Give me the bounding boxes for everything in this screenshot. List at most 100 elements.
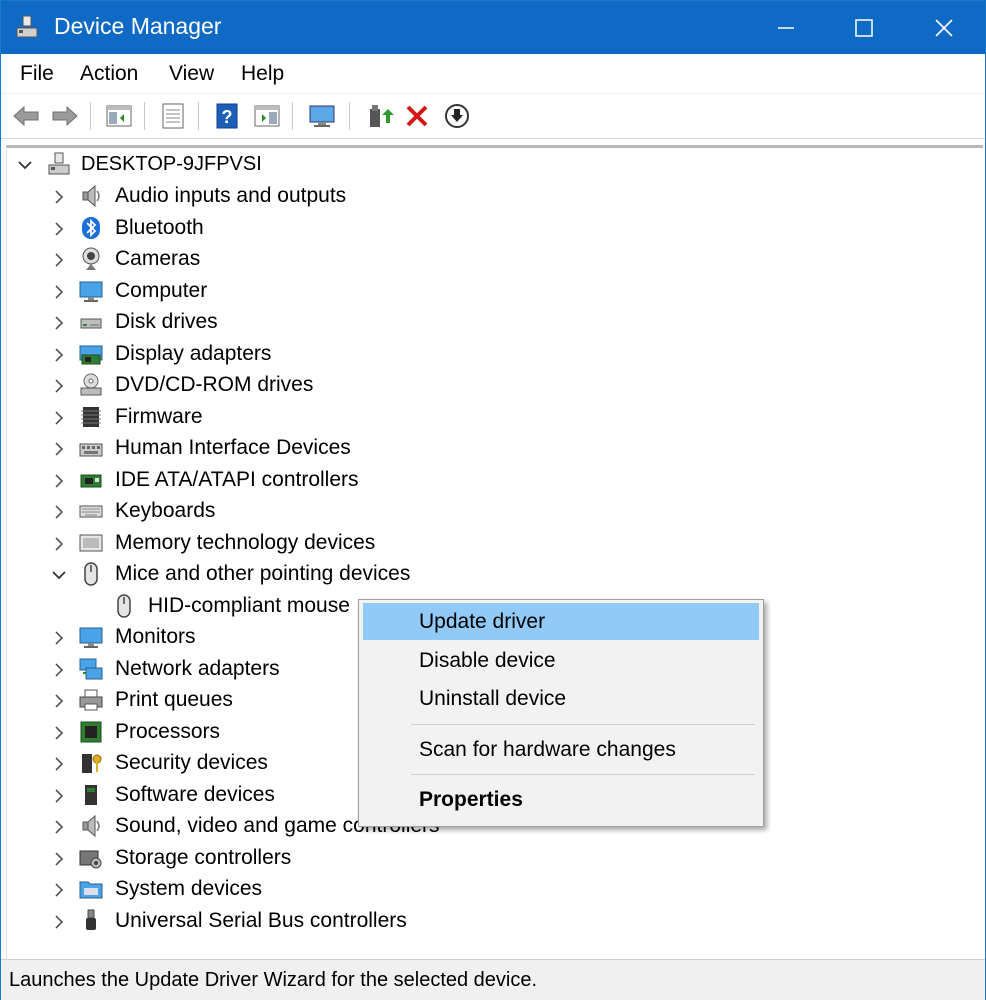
- tree-category-item[interactable]: IDE ATA/ATAPI controllers: [46, 465, 466, 496]
- mouse-icon: [117, 593, 131, 618]
- toolbar-separator: [144, 102, 145, 130]
- chevron-right-icon[interactable]: [52, 410, 66, 425]
- tree-category-item[interactable]: Storage controllers: [46, 843, 466, 874]
- help-button[interactable]: ?: [211, 100, 243, 132]
- tree-category-item[interactable]: Computer: [46, 276, 466, 307]
- window-title: Device Manager: [54, 13, 222, 39]
- tree-category-item[interactable]: Bluetooth: [46, 213, 466, 244]
- chevron-right-icon[interactable]: [52, 379, 66, 393]
- speaker-icon: [82, 184, 100, 208]
- back-button[interactable]: [10, 100, 42, 132]
- chevron-right-icon[interactable]: [52, 221, 66, 236]
- menu-update-driver[interactable]: Update driver: [363, 603, 759, 640]
- chevron-down-icon: [18, 161, 32, 170]
- chevron-right-icon[interactable]: [52, 347, 66, 362]
- chevron-right-icon[interactable]: [52, 505, 66, 519]
- tree-category-item[interactable]: Memory technology devices: [46, 528, 466, 559]
- speaker-icon: [82, 814, 100, 838]
- tree-category-label: Network adapters: [115, 656, 280, 680]
- display-adapter-icon: [79, 345, 103, 364]
- tree-category-item[interactable]: Firmware: [46, 402, 466, 433]
- tree-category-item[interactable]: Audio inputs and outputs: [46, 181, 466, 212]
- toolbar-separator: [292, 102, 293, 130]
- tree-category-item[interactable]: Mice and other pointing devices: [46, 559, 466, 590]
- chevron-right-icon[interactable]: [52, 851, 66, 866]
- tree-category-label: Software devices: [115, 782, 275, 806]
- context-menu: Update driver Disable device Uninstall d…: [358, 599, 764, 827]
- tree-category-label: Mice and other pointing devices: [115, 562, 411, 585]
- tree-category-item[interactable]: System devices: [46, 874, 466, 905]
- action-pane-icon: [254, 105, 280, 127]
- chevron-right-icon[interactable]: [52, 662, 66, 677]
- back-icon: [13, 105, 39, 127]
- menu-disable-device[interactable]: Disable device: [363, 642, 759, 679]
- status-text: Launches the Update Driver Wizard for th…: [9, 969, 538, 991]
- bluetooth-icon: [82, 216, 100, 239]
- chevron-right-icon[interactable]: [52, 725, 66, 740]
- chevron-right-icon[interactable]: [52, 473, 66, 488]
- processor-icon: [80, 721, 102, 742]
- tree-category-label: Memory technology devices: [115, 530, 376, 554]
- chevron-down-icon[interactable]: [52, 568, 66, 582]
- tree-category-label: Monitors: [115, 625, 196, 648]
- menu-uninstall-device[interactable]: Uninstall device: [363, 680, 759, 717]
- tree-category-label: Keyboards: [115, 499, 216, 522]
- chevron-right-icon[interactable]: [52, 442, 66, 456]
- tree-category-item[interactable]: Human Interface Devices: [46, 433, 466, 464]
- show-hide-console-tree-button[interactable]: [103, 100, 135, 132]
- close-button[interactable]: [905, 1, 983, 54]
- status-bar: Launches the Update Driver Wizard for th…: [1, 959, 985, 1000]
- chevron-right-icon[interactable]: [52, 190, 66, 204]
- toolbar-separator: [198, 102, 199, 130]
- scan-hardware-monitor-icon: [309, 105, 335, 127]
- chevron-right-icon[interactable]: [52, 914, 66, 929]
- chevron-right-icon[interactable]: [52, 284, 66, 299]
- tree-category-item[interactable]: DVD/CD-ROM drives: [46, 370, 466, 401]
- chevron-right-icon[interactable]: [52, 820, 66, 834]
- monitor-icon: [79, 281, 103, 302]
- tree-category-item[interactable]: Display adapters: [46, 339, 466, 370]
- ide-controller-icon: [80, 474, 102, 487]
- monitor-icon: [79, 627, 103, 648]
- network-adapter-icon: [79, 658, 103, 679]
- chevron-right-icon[interactable]: [52, 631, 66, 645]
- update-driver-button[interactable]: [363, 100, 395, 132]
- enable-device-button[interactable]: [441, 100, 473, 132]
- tree-root[interactable]: DESKTOP-9JFPVSI: [15, 149, 415, 180]
- help-icon: ?: [216, 103, 238, 129]
- tree-category-label: Firmware: [115, 404, 203, 428]
- tree-category-item[interactable]: Keyboards: [46, 496, 466, 527]
- uninstall-button[interactable]: [401, 100, 433, 132]
- menu-view[interactable]: View: [169, 62, 214, 86]
- software-device-icon: [85, 784, 97, 805]
- toolbar-separator: [349, 102, 350, 130]
- minimize-button[interactable]: [747, 1, 825, 54]
- chevron-right-icon[interactable]: [52, 788, 66, 803]
- menu-properties[interactable]: Properties: [363, 781, 759, 818]
- chevron-right-icon[interactable]: [52, 316, 66, 330]
- menu-file[interactable]: File: [20, 62, 54, 86]
- tree-category-label: Universal Serial Bus controllers: [115, 908, 407, 932]
- chevron-right-icon[interactable]: [52, 536, 66, 551]
- menu-help[interactable]: Help: [241, 62, 284, 86]
- chevron-right-icon[interactable]: [52, 694, 66, 708]
- properties-button[interactable]: [157, 100, 189, 132]
- maximize-button[interactable]: [825, 1, 903, 54]
- forward-button[interactable]: [49, 100, 81, 132]
- tree-root-label: DESKTOP-9JFPVSI: [81, 153, 262, 175]
- keyboard-icon: [79, 505, 103, 518]
- device-manager-window: Device Manager File Action View Help ? D…: [0, 0, 986, 1000]
- chevron-right-icon[interactable]: [52, 757, 66, 771]
- chevron-right-icon[interactable]: [52, 253, 66, 267]
- tree-category-item[interactable]: Cameras: [46, 244, 466, 275]
- menu-action[interactable]: Action: [80, 62, 138, 86]
- chevron-right-icon[interactable]: [52, 883, 66, 897]
- title-bar[interactable]: Device Manager: [1, 1, 985, 54]
- tree-category-label: IDE ATA/ATAPI controllers: [115, 467, 359, 491]
- tree-category-item[interactable]: Disk drives: [46, 307, 466, 338]
- action-pane-button[interactable]: [251, 100, 283, 132]
- menu-scan-hardware[interactable]: Scan for hardware changes: [363, 731, 759, 768]
- scan-hardware-button[interactable]: [306, 100, 338, 132]
- menu-properties-label: Properties: [419, 788, 523, 811]
- tree-category-item[interactable]: Universal Serial Bus controllers: [46, 906, 466, 937]
